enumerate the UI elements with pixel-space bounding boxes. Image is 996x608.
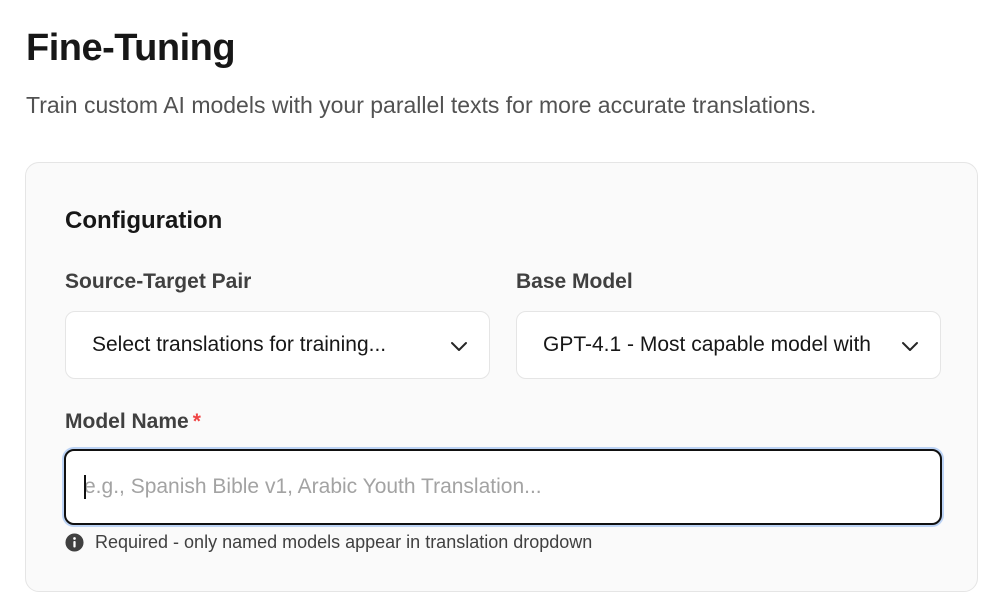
chevron-down-icon (451, 342, 467, 351)
model-name-field[interactable] (64, 449, 942, 525)
required-marker: * (192, 410, 201, 433)
base-model-select[interactable]: GPT-4.1 - Most capable model with (516, 311, 941, 379)
page-title: Fine-Tuning (26, 27, 236, 69)
info-icon (65, 532, 84, 552)
helper-text: Required - only named models appear in t… (95, 531, 593, 552)
source-target-pair-value: Select translations for training... (92, 333, 387, 356)
configuration-title: Configuration (65, 207, 223, 234)
source-target-pair-label: Source-Target Pair (65, 270, 252, 293)
text-caret (84, 475, 86, 499)
model-name-input[interactable] (84, 451, 924, 523)
base-model-value: GPT-4.1 - Most capable model with (543, 333, 871, 356)
page-subtitle: Train custom AI models with your paralle… (26, 92, 817, 118)
model-name-label-text: Model Name (65, 410, 189, 433)
source-target-pair-select[interactable]: Select translations for training... (65, 311, 490, 379)
model-name-helper: Required - only named models appear in t… (65, 529, 592, 555)
base-model-label: Base Model (516, 270, 633, 293)
chevron-down-icon (902, 342, 918, 351)
configuration-card: Configuration Source-Target Pair Select … (25, 162, 978, 592)
model-name-label: Model Name * (65, 409, 201, 435)
